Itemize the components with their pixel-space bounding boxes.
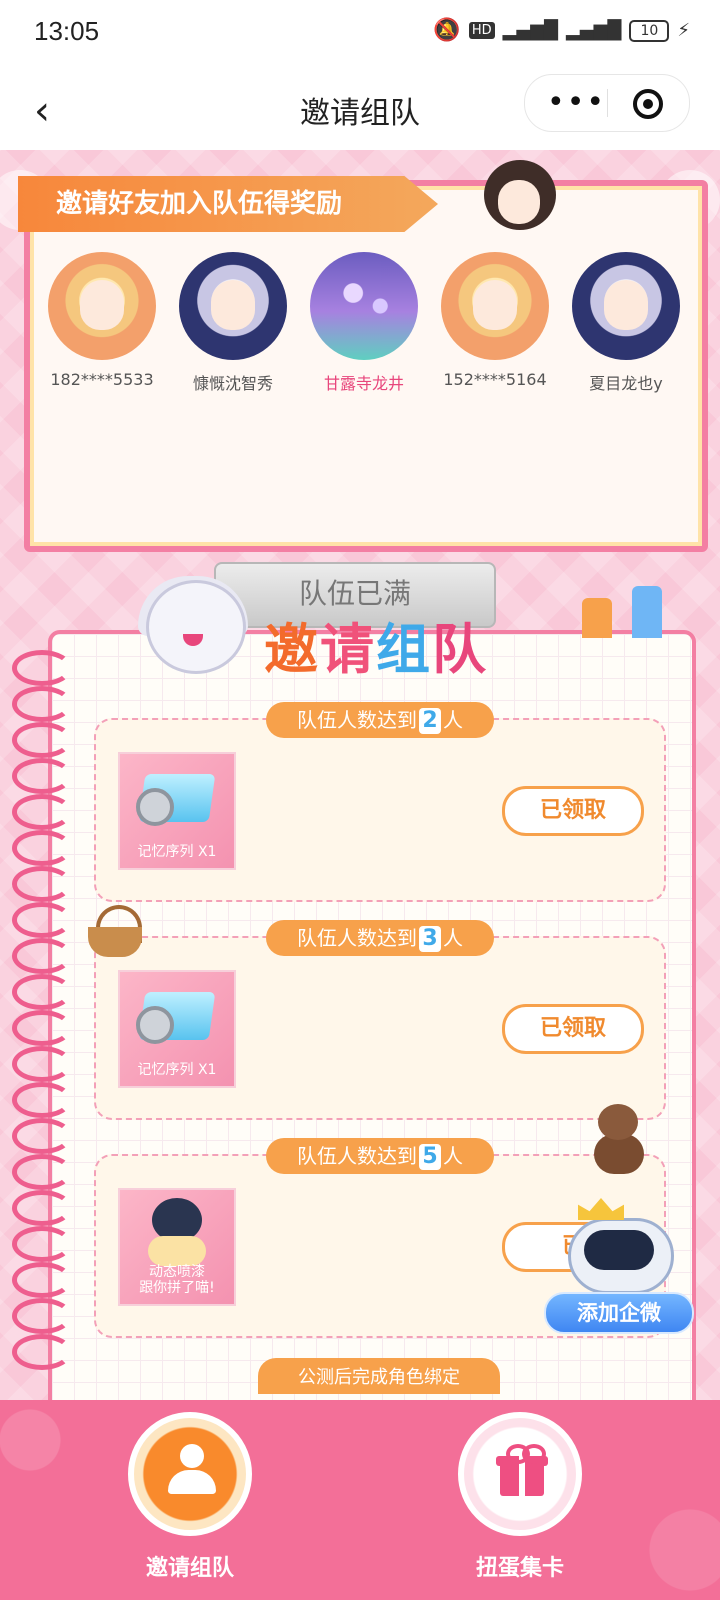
robot-cat-mascot[interactable] [560, 1198, 678, 1298]
gear-icon [136, 788, 174, 826]
main-content[interactable]: 邀请好友加入队伍得奖励 182****5533 慷慨沈智秀 甘露寺龙井 152*… [0, 150, 720, 1400]
tab-label[interactable]: 邀请组队 [90, 1550, 290, 1582]
avatar [441, 252, 549, 360]
section-title: 邀请组队 [264, 618, 488, 681]
reward-tier: 队伍人数达到 3 人 记忆序列 X1 已领取 [94, 920, 666, 1120]
tab-gacha-cards[interactable] [458, 1412, 582, 1536]
reward-name: 动态喷漆 跟你拼了喵! [139, 1264, 215, 1296]
hd-icon: HD [468, 22, 495, 39]
status-icons: 🔕 HD ▂▄▆█ ▂▄▆█ 10 ⚡ [433, 18, 690, 43]
status-time: 13:05 [34, 16, 100, 46]
member-name: 甘露寺龙井 [323, 374, 404, 393]
gift-icon [494, 1444, 550, 1500]
chibi-character [128, 570, 258, 690]
member-item[interactable]: 甘露寺龙井 [306, 252, 422, 394]
tier-label: 队伍人数达到 3 人 [266, 920, 494, 956]
capsule-divider [607, 89, 608, 117]
notebook-rings [12, 650, 72, 1400]
tab-invite-team[interactable] [128, 1412, 252, 1536]
reward-name: 记忆序列 X1 [137, 1062, 217, 1078]
claimed-button[interactable]: 已领取 [502, 1004, 644, 1054]
mini-program-capsule: ••• [524, 74, 690, 132]
bottom-tab-bar: 邀请组队 扭蛋集卡 [0, 1400, 720, 1600]
people-icon [164, 1444, 220, 1500]
teddy-bear-sticker [590, 1104, 648, 1174]
mute-icon: 🔕 [433, 18, 461, 43]
member-name: 152****5164 [443, 370, 547, 389]
member-list: 182****5533 慷慨沈智秀 甘露寺龙井 152****5164 夏目龙也… [44, 252, 684, 394]
member-name: 慷慨沈智秀 [192, 374, 273, 393]
add-wecom-button[interactable]: 添加企微 [544, 1292, 694, 1334]
status-bar: 13:05 🔕 HD ▂▄▆█ ▂▄▆█ 10 ⚡ [0, 0, 720, 66]
avatar [572, 252, 680, 360]
battery-icon: 10 [629, 19, 670, 42]
charging-icon: ⚡ [677, 20, 690, 41]
member-item[interactable]: 慷慨沈智秀 [175, 252, 291, 394]
reward-item[interactable]: 动态喷漆 跟你拼了喵! [118, 1188, 236, 1306]
character-sticker [474, 150, 570, 250]
member-item[interactable]: 182****5533 [44, 252, 160, 394]
tier-label: 队伍人数达到 2 人 [266, 702, 494, 738]
avatar [48, 252, 156, 360]
member-name: 夏目龙也y [589, 374, 663, 393]
reward-tier: 队伍人数达到 2 人 记忆序列 X1 已领取 [94, 702, 666, 902]
gear-icon [136, 1006, 174, 1044]
member-name: 182****5533 [50, 370, 154, 389]
signal-icon: ▂▄▆█ [502, 20, 558, 41]
member-item[interactable]: 夏目龙也y [568, 252, 684, 394]
claimed-button[interactable]: 已领取 [502, 786, 644, 836]
more-icon[interactable]: ••• [547, 85, 606, 120]
avatar [310, 252, 418, 360]
signal-icon-2: ▂▄▆█ [565, 20, 622, 41]
crown-icon [578, 1198, 624, 1220]
team-banner: 邀请好友加入队伍得奖励 [18, 176, 438, 232]
reward-item[interactable]: 记忆序列 X1 [118, 752, 236, 870]
nav-bar: ‹ 邀请组队 ••• [0, 66, 720, 150]
basket-sticker [82, 905, 144, 961]
reward-name: 记忆序列 X1 [137, 844, 217, 860]
reward-item[interactable]: 记忆序列 X1 [118, 970, 236, 1088]
tier-label: 队伍人数达到 5 人 [266, 1138, 494, 1174]
member-item[interactable]: 152****5164 [437, 252, 553, 394]
next-tier-label: 公测后完成角色绑定 [258, 1358, 500, 1394]
tab-label[interactable]: 扭蛋集卡 [420, 1550, 620, 1582]
avatar [179, 252, 287, 360]
close-program-icon[interactable] [633, 89, 663, 119]
